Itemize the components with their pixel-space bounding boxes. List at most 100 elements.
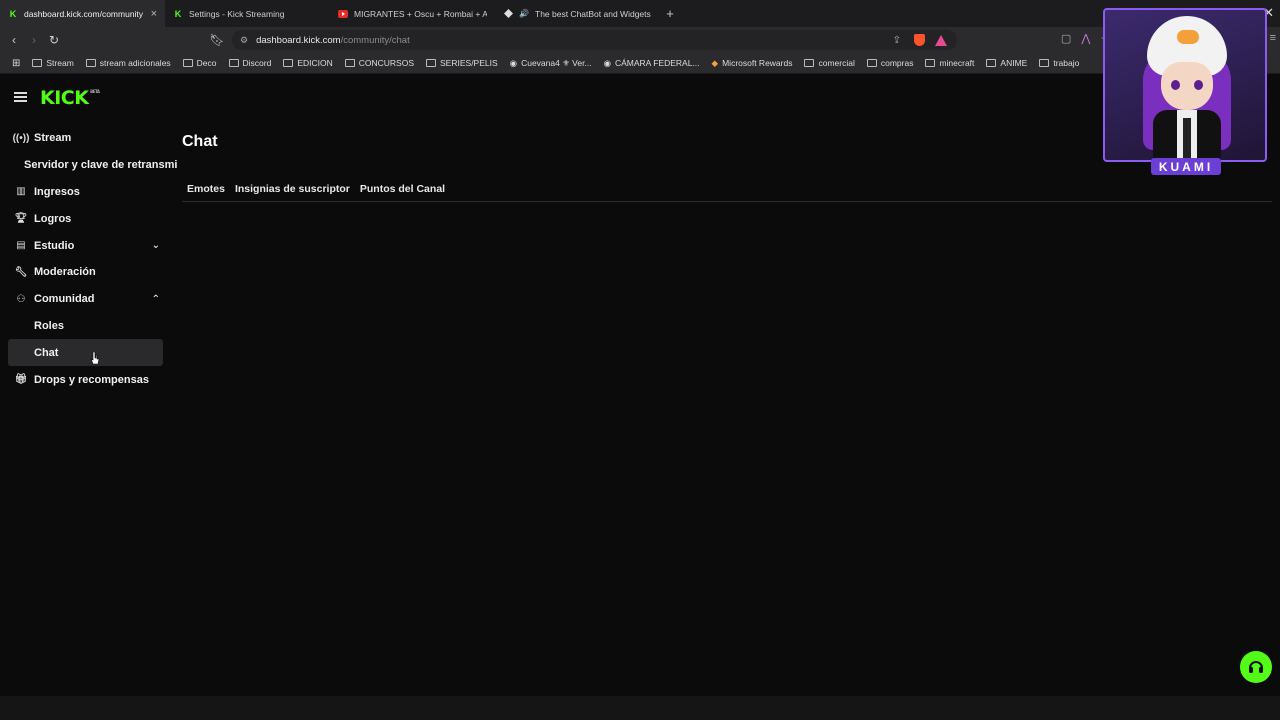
share-icon[interactable]: ⇪ [893,35,901,46]
chart-icon: ▥ [16,186,26,198]
bottom-bar [0,696,1280,720]
folder-icon [866,59,877,67]
browser-tab[interactable]: 🔊 The best ChatBot and Widgets fo [495,0,660,27]
page-title: Chat [182,133,218,150]
bookmark-label: EDICION [297,58,333,68]
bookmark-label: Microsoft Rewards [722,58,793,68]
kick-logo[interactable]: KICK BETA [40,87,100,109]
bookmark-label: Cuevana4 ⚜ Ver... [521,57,592,68]
folder-icon [426,59,437,67]
bookmark-label: trabajo [1053,58,1080,68]
folder-icon [182,59,193,67]
bookmark-link[interactable]: ◆ Microsoft Rewards [706,58,799,69]
bookmark-label: minecraft [939,58,975,68]
sidebar-item-logros[interactable]: 🏆︎ Logros [8,205,178,232]
forward-icon[interactable]: › [24,30,44,50]
bookmark-folder[interactable]: trabajo [1033,58,1085,68]
browser-tab[interactable]: K dashboard.kick.com/community × [0,0,165,27]
bookmark-folder[interactable]: comercial [798,58,860,68]
bookmark-label: Discord [242,58,272,68]
bookmark-link[interactable]: ◉ CÁMARA FEDERAL... [598,58,706,69]
bookmark-folder[interactable]: EDICION [277,58,338,68]
bookmark-link[interactable]: ◉ Cuevana4 ⚜ Ver... [504,58,598,69]
chevron-up-icon[interactable]: ⌃ [152,294,160,305]
sidebar-item-label: Logros [34,212,72,225]
bookmark-label: compras [880,58,914,68]
bookmark-folder[interactable]: stream adicionales [80,58,177,68]
sidebar-item-ingresos[interactable]: ▥ Ingresos [8,179,178,206]
bookmark-label: SERIES/PELIS [440,58,498,68]
sidebar-item-label: Moderación [34,266,96,279]
bookmark-label: stream adicionales [99,58,171,68]
sidebar-item-label: Estudio [34,239,75,252]
extension-icon[interactable]: ⋀ [1081,32,1090,45]
bookmark-folder[interactable]: ANIME [980,58,1033,68]
tab-title: dashboard.kick.com/community [24,8,144,19]
bookmark-folder[interactable]: compras [861,58,920,68]
bookmark-label: CÁMARA FEDERAL... [614,58,700,68]
support-chat-button[interactable] [1240,651,1272,683]
globe-icon: ◉ [509,57,518,68]
tab-subscriber-badges[interactable]: Insignias de suscriptor [230,178,355,200]
studio-icon: ▤ [16,240,26,252]
sidebar-item-label: Drops y recompensas [34,373,149,386]
sidebar-item-roles[interactable]: Roles [8,313,178,340]
bookmark-label: comercial [818,58,855,68]
url-host: dashboard.kick.com [256,34,341,46]
rewards-icon: ◆ [711,57,719,68]
back-icon[interactable]: ‹ [4,30,24,50]
botrix-icon [503,9,513,19]
headset-icon [1249,661,1263,673]
mouse-cursor-icon [90,352,100,365]
sidebar-item-comunidad[interactable]: ⚇ Comunidad ⌃ [8,286,178,313]
reload-icon[interactable]: ↻ [44,30,64,50]
apps-icon[interactable]: ⊞ [6,58,26,69]
sidebar-item-estudio[interactable]: ▤ Estudio ⌄ [8,232,178,259]
chevron-down-icon[interactable]: ⌄ [152,240,160,251]
browser-tab-bar: K dashboard.kick.com/community × K Setti… [0,0,1280,27]
folder-icon [925,59,936,67]
sidebar-item-stream[interactable]: ((•)) Stream [8,125,178,152]
sidebar-item-label: Servidor y clave de retransmisión [24,159,178,172]
bookmark-label: Deco [196,58,217,68]
youtube-icon [338,9,348,19]
menu-icon[interactable]: ≡ [1270,32,1276,45]
sidebar-item-stream-key[interactable]: Servidor y clave de retransmisión [8,152,178,179]
sidebar-item-label: Stream [34,132,72,145]
tab-title: The best ChatBot and Widgets fo [535,8,652,19]
extension-icon[interactable]: ▢ [1061,32,1071,45]
kick-icon: K [9,8,17,19]
bookmark-page-icon[interactable]: 🔖︎ [207,30,227,50]
trophy-icon: 🏆︎ [14,213,28,225]
new-tab-button[interactable]: + [660,6,680,21]
tab-channel-points[interactable]: Puntos del Canal [355,178,450,200]
tab-emotes[interactable]: Emotes [182,178,230,200]
bookmark-folder[interactable]: minecraft [919,58,980,68]
browser-tab[interactable]: MIGRANTES + Oscu + Rombai + AG [330,0,495,27]
address-bar[interactable]: ⚙ dashboard.kick.com/community/chat ⇪ [232,30,957,50]
bookmark-folder[interactable]: Discord [223,58,278,68]
tab-title: MIGRANTES + Oscu + Rombai + AG [354,8,487,19]
sidebar-item-drops[interactable]: 🎁︎ Drops y recompensas [8,366,178,393]
bookmark-folder[interactable]: Deco [177,58,223,68]
url-path: /community/chat [340,34,410,46]
sidebar-item-label: Roles [34,319,64,332]
sidebar-item-moderacion[interactable]: 🔧︎ Moderación [8,259,178,286]
folder-icon [228,59,239,67]
bookmark-folder[interactable]: CONCURSOS [339,58,420,68]
hamburger-menu-icon[interactable] [14,90,27,104]
brave-rewards-icon[interactable] [935,34,947,46]
site-info-icon[interactable]: ⚙ [240,35,248,46]
brave-shield-icon[interactable] [914,34,925,46]
kick-icon: K [174,8,182,19]
close-tab-icon[interactable]: × [151,8,157,20]
folder-icon [344,59,355,67]
community-icon: ⚇ [16,293,26,305]
bookmark-folder[interactable]: Stream [26,58,79,68]
wrench-icon: 🔧︎ [14,266,28,278]
browser-tab[interactable]: K Settings - Kick Streaming [165,0,330,27]
streamer-avatar-overlay: KUAMI [1103,8,1267,176]
bookmark-folder[interactable]: SERIES/PELIS [420,58,504,68]
folder-icon [32,59,43,67]
sidebar-item-chat[interactable]: Chat [8,339,163,367]
